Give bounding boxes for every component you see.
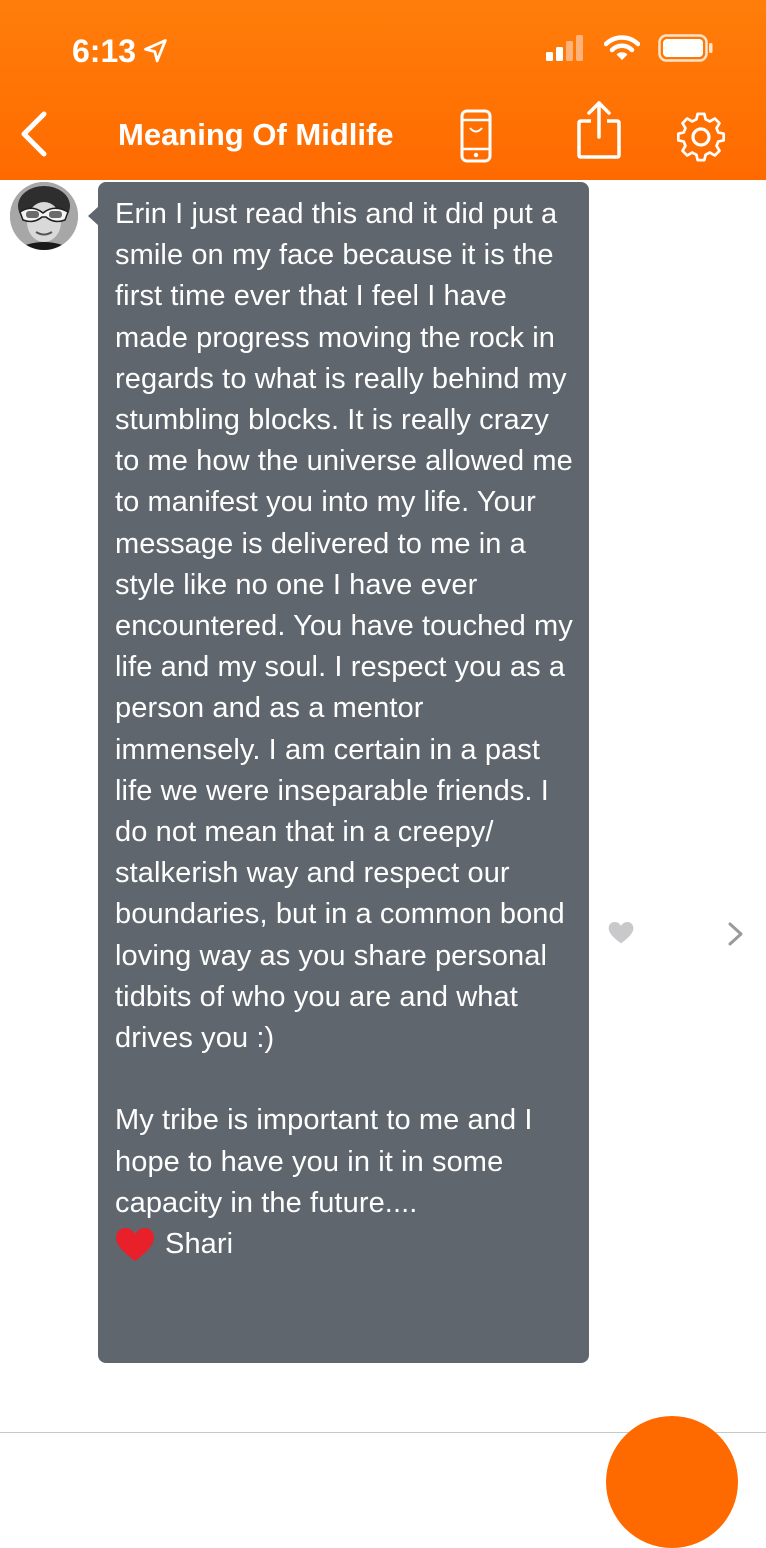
phone-icon bbox=[460, 109, 492, 163]
message-paragraph-2: My tribe is important to me and I hope t… bbox=[115, 1104, 533, 1219]
red-heart-icon bbox=[116, 1227, 154, 1261]
share-button[interactable] bbox=[572, 98, 626, 162]
open-message-button[interactable] bbox=[726, 920, 746, 953]
gear-icon bbox=[676, 112, 726, 162]
status-time-text: 6:13 bbox=[72, 32, 137, 69]
message-signoff: Shari bbox=[115, 1224, 573, 1265]
battery-icon bbox=[658, 34, 713, 62]
location-arrow-icon bbox=[144, 39, 167, 63]
status-time: 6:13 bbox=[72, 28, 170, 74]
settings-button[interactable] bbox=[672, 108, 730, 166]
back-button[interactable] bbox=[10, 106, 58, 162]
wifi-icon bbox=[604, 35, 640, 60]
message-spacer bbox=[115, 1059, 573, 1100]
message-bubble: Erin I just read this and it did put a s… bbox=[98, 182, 589, 1363]
signoff-name: Shari bbox=[165, 1228, 234, 1261]
chevron-left-icon bbox=[21, 111, 47, 157]
mobile-view-button[interactable] bbox=[456, 108, 496, 164]
avatar[interactable] bbox=[10, 182, 78, 250]
compose-button[interactable] bbox=[606, 1416, 738, 1548]
avatar-photo bbox=[10, 182, 78, 250]
like-button[interactable] bbox=[608, 921, 634, 950]
cellular-signal-icon bbox=[546, 35, 583, 61]
status-indicators bbox=[546, 34, 714, 62]
app-header: 6:13 Meaning Of Midlife bbox=[0, 0, 766, 180]
page-title: Meaning Of Midlife bbox=[118, 117, 394, 152]
message-paragraph-1: Erin I just read this and it did put a s… bbox=[115, 198, 573, 1055]
heart-icon bbox=[608, 921, 634, 944]
share-icon bbox=[577, 101, 621, 159]
chevron-right-icon bbox=[728, 922, 743, 946]
